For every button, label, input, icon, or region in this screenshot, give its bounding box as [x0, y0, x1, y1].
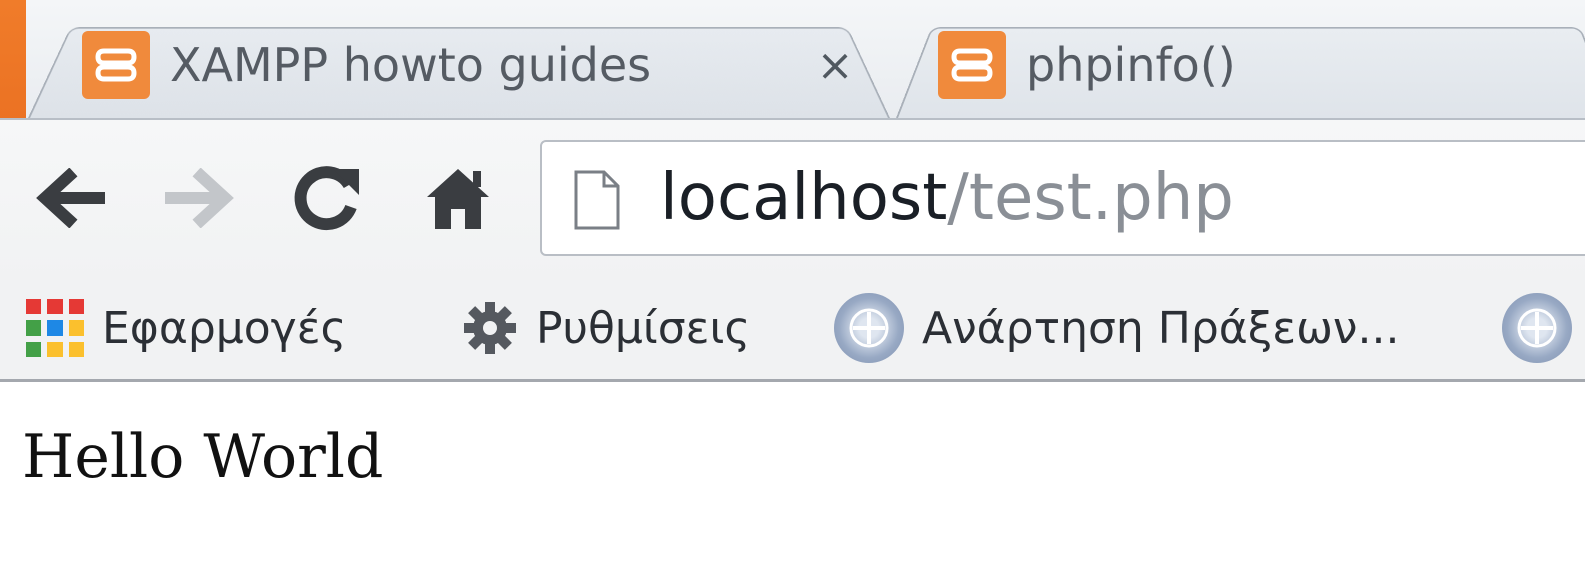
bookmark-label: Εφαρμογές [102, 302, 347, 354]
forward-arrow-icon [165, 168, 234, 228]
gear-icon [464, 302, 516, 354]
bookmark-label: Ρυθμίσεις [536, 302, 751, 354]
back-button[interactable] [30, 158, 110, 238]
xampp-icon [938, 31, 1006, 99]
bookmark-label: Ανάρτηση Πράξεων... [922, 302, 1400, 354]
page-content: Hello World [0, 382, 1585, 565]
page-icon [574, 170, 620, 230]
tab-title: phpinfo() [1026, 38, 1236, 92]
forward-button[interactable] [160, 158, 240, 238]
url-text[interactable]: localhost/test.php [660, 158, 1234, 238]
apps-grid-icon [26, 299, 84, 357]
xampp-icon [82, 31, 150, 99]
bookmark-apps[interactable]: Εφαρμογές [26, 278, 346, 378]
url-host: localhost [660, 161, 948, 235]
bookmark-emblem-partial[interactable] [1502, 278, 1585, 378]
address-bar[interactable]: localhost/test.php [540, 140, 1585, 256]
home-icon [427, 169, 489, 229]
back-arrow-icon [36, 168, 105, 228]
desktop-background-left [0, 0, 26, 118]
tab-title: XAMPP howto guides [170, 38, 652, 92]
close-icon[interactable]: × [810, 40, 860, 91]
toolbar: localhost/test.php [0, 118, 1585, 280]
bookmarks-bar: Εφαρμογές Ρυθμίσεις Ανάρτηση Πράξεων... [0, 278, 1585, 382]
reload-icon [294, 166, 359, 231]
reload-button[interactable] [288, 158, 368, 238]
bookmark-settings[interactable]: Ρυθμίσεις [462, 278, 750, 378]
emblem-icon [1502, 293, 1572, 363]
tab-strip: phpinfo() XAMPP howto guides × [0, 0, 1585, 118]
url-path: /test.php [947, 161, 1234, 235]
bookmark-anartisi-praxeon[interactable]: Ανάρτηση Πράξεων... [834, 278, 1399, 378]
emblem-icon [834, 293, 904, 363]
tab-xampp-howto-guides[interactable]: XAMPP howto guides × [28, 12, 890, 118]
home-button[interactable] [418, 158, 498, 238]
page-body-text: Hello World [22, 422, 384, 492]
tab-phpinfo[interactable]: phpinfo() [896, 12, 1585, 118]
